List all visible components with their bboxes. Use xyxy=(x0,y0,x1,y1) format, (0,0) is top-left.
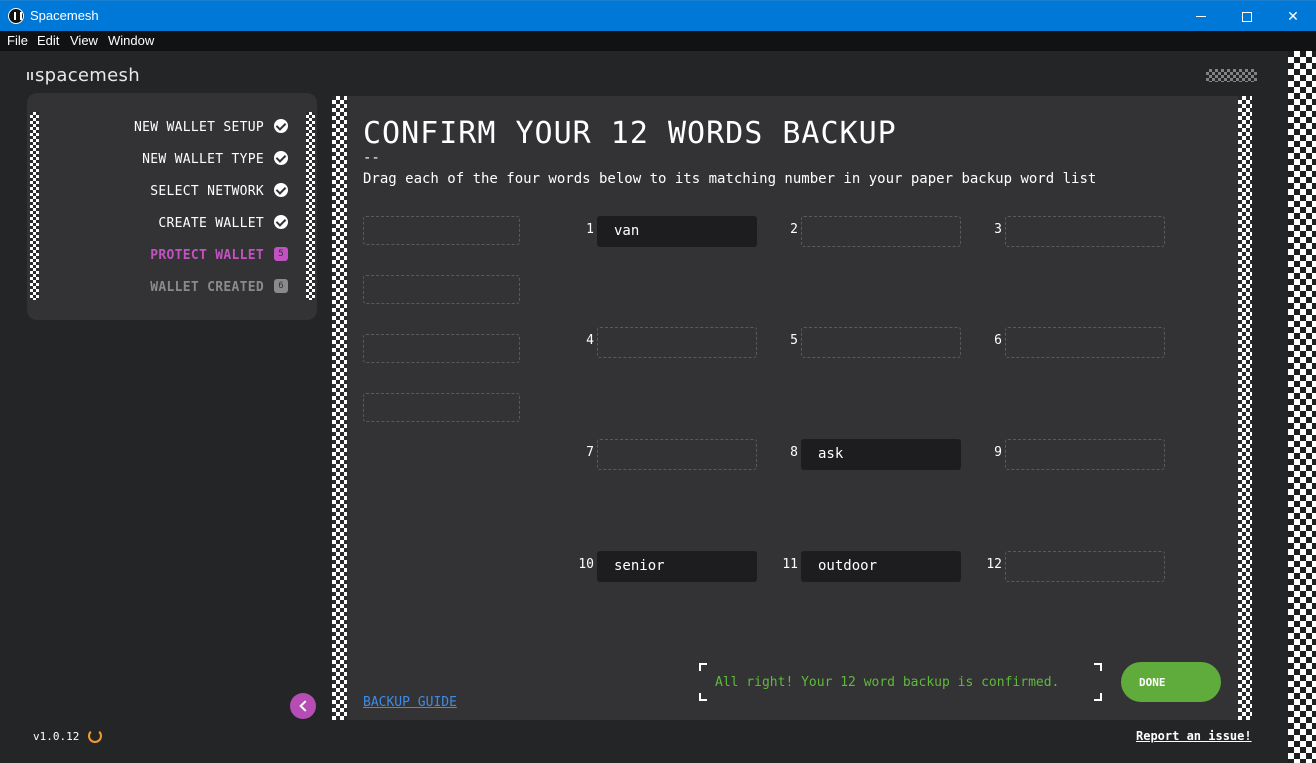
slot-number: 5 xyxy=(790,333,798,348)
slot-number: 6 xyxy=(994,333,1002,348)
maximize-icon xyxy=(1242,11,1252,22)
checker-decoration-left xyxy=(30,112,39,300)
word-pool-slot[interactable] xyxy=(363,216,520,245)
slot-word: senior xyxy=(614,558,665,574)
instructions-text: Drag each of the four words below to its… xyxy=(363,171,1097,187)
word-pool-slot[interactable] xyxy=(363,393,520,422)
backup-guide-link[interactable]: BACKUP GUIDE xyxy=(363,695,457,710)
check-icon xyxy=(274,119,288,133)
step-new-wallet-setup: NEW WALLET SETUP xyxy=(133,120,264,135)
done-button[interactable]: DONE xyxy=(1121,662,1221,702)
word-slot-6[interactable] xyxy=(1005,327,1165,358)
corner-decoration xyxy=(699,693,707,701)
app-content: spacemesh NEW WALLET SETUP NEW WALLET TY… xyxy=(0,51,1316,763)
slot-number: 12 xyxy=(986,557,1002,572)
refresh-icon[interactable] xyxy=(88,729,102,743)
title-separator: -- xyxy=(363,150,380,166)
title-bar: Spacemesh ✕ xyxy=(0,0,1316,31)
word-slot-10[interactable]: senior xyxy=(597,551,757,582)
slot-number: 8 xyxy=(790,445,798,460)
corner-decoration xyxy=(1094,663,1102,671)
slot-number: 7 xyxy=(586,445,594,460)
slot-number: 4 xyxy=(586,333,594,348)
confirmation-text: All right! Your 12 word backup is confir… xyxy=(715,675,1060,690)
step-wallet-created: WALLET CREATED xyxy=(150,280,264,295)
slot-number: 10 xyxy=(578,557,594,572)
slot-number: 2 xyxy=(790,222,798,237)
menu-window[interactable]: Window xyxy=(108,33,154,48)
back-button[interactable] xyxy=(290,693,316,719)
confirmation-message: All right! Your 12 word backup is confir… xyxy=(699,663,1102,701)
setup-steps-panel: NEW WALLET SETUP NEW WALLET TYPE SELECT … xyxy=(27,93,317,320)
word-slot-7[interactable] xyxy=(597,439,757,470)
window-title: Spacemesh xyxy=(30,8,99,23)
slot-number: 1 xyxy=(586,222,594,237)
checker-decoration-left xyxy=(332,96,347,720)
menu-bar: File Edit View Window xyxy=(0,31,1316,51)
check-icon xyxy=(274,215,288,229)
word-slot-4[interactable] xyxy=(597,327,757,358)
spacemesh-logo: spacemesh xyxy=(27,65,140,86)
corner-decoration xyxy=(1094,693,1102,701)
menu-view[interactable]: View xyxy=(70,33,98,48)
word-pool-slot[interactable] xyxy=(363,334,520,363)
corner-decoration xyxy=(699,663,707,671)
word-slot-8[interactable]: ask xyxy=(801,439,961,470)
step-number-badge: 5 xyxy=(274,247,288,261)
minimize-icon xyxy=(1196,16,1206,17)
step-protect-wallet: PROTECT WALLET xyxy=(150,248,264,263)
step-select-network: SELECT NETWORK xyxy=(150,184,264,199)
slot-word: ask xyxy=(818,446,844,462)
slot-number: 11 xyxy=(782,557,798,572)
app-version: v1.0.12 xyxy=(33,730,80,743)
slot-word: van xyxy=(614,223,640,239)
checker-decoration-right xyxy=(1238,96,1252,720)
word-slot-12[interactable] xyxy=(1005,551,1165,582)
report-issue-link[interactable]: Report an issue! xyxy=(1136,729,1252,743)
confirm-backup-panel: CONFIRM YOUR 12 WORDS BACKUP -- Drag eac… xyxy=(332,96,1252,720)
maximize-button[interactable] xyxy=(1224,1,1270,32)
step-new-wallet-type: NEW WALLET TYPE xyxy=(142,152,264,167)
slot-number: 9 xyxy=(994,445,1002,460)
word-slot-11[interactable]: outdoor xyxy=(801,551,961,582)
check-icon xyxy=(274,183,288,197)
menu-edit[interactable]: Edit xyxy=(37,33,59,48)
page-title: CONFIRM YOUR 12 WORDS BACKUP xyxy=(363,116,897,151)
word-slot-9[interactable] xyxy=(1005,439,1165,470)
checker-decoration-right xyxy=(306,112,315,300)
menu-file[interactable]: File xyxy=(7,33,28,48)
check-icon xyxy=(274,151,288,165)
back-arrow-icon xyxy=(299,700,311,712)
word-pool-slot[interactable] xyxy=(363,275,520,304)
logo-text: spacemesh xyxy=(35,65,140,86)
word-slot-2[interactable] xyxy=(801,216,961,247)
step-create-wallet: CREATE WALLET xyxy=(158,216,264,231)
pixel-decoration xyxy=(1206,69,1257,82)
close-button[interactable]: ✕ xyxy=(1270,1,1316,32)
word-slot-5[interactable] xyxy=(801,327,961,358)
app-icon xyxy=(8,8,24,24)
checker-edge-decoration xyxy=(1288,51,1316,763)
slot-word: outdoor xyxy=(818,558,878,574)
logo-mark-icon xyxy=(27,72,33,80)
slot-number: 3 xyxy=(994,222,1002,237)
word-slot-3[interactable] xyxy=(1005,216,1165,247)
word-slot-1[interactable]: van xyxy=(597,216,757,247)
minimize-button[interactable] xyxy=(1178,1,1224,32)
step-number-badge: 6 xyxy=(274,279,288,293)
